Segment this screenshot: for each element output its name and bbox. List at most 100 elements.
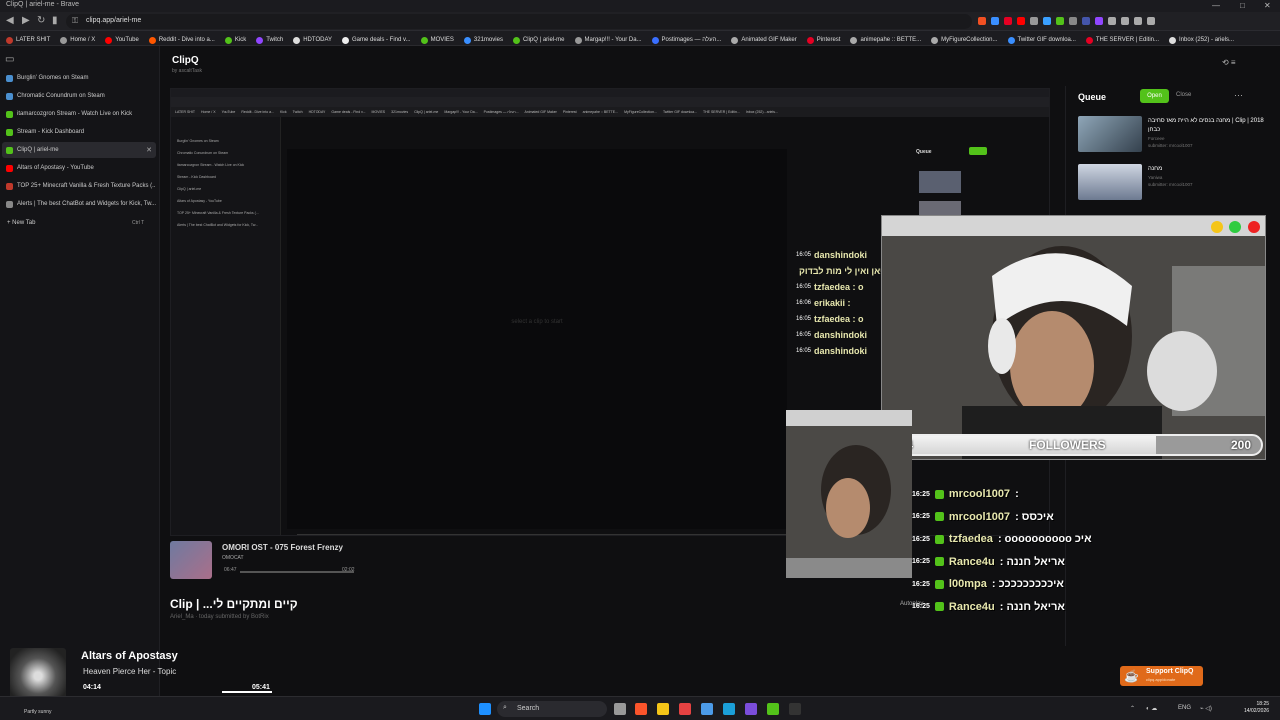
extension-icon[interactable] [1056,17,1064,25]
history-icon[interactable]: ⟲ ≡ [1222,58,1236,67]
kick-badge-icon [934,579,944,589]
nested-chat-row: 16:05 danshindoki [796,346,867,356]
extension-icon[interactable] [1069,17,1077,25]
brave-shields-icon[interactable] [978,17,986,25]
app-icon[interactable] [679,703,691,715]
autoplay-toggle[interactable]: Autoplay [900,601,923,607]
tab-label: itamarcozgron Stream - Watch Live on Kic… [17,111,133,117]
queue-item[interactable]: מחנה Yaniwa submitter: mrcool1007 [1078,164,1278,200]
sidebar-tab[interactable]: Stream - Kick Dashboard [2,124,156,140]
bookmark-item[interactable]: Postimages — העלה... [651,33,721,45]
nested-bookmark: Animated GIF Maker [524,110,557,114]
sidebar-tab[interactable]: Altars of Apostasy - YouTube [2,160,156,176]
bookmark-item[interactable]: Twitter GIF downloa... [1007,33,1076,45]
bookmark-item[interactable]: YouTube [105,33,139,45]
sidebar-toggle-icon[interactable]: ▭ [5,54,14,65]
extension-icon[interactable] [1004,17,1012,25]
bookmark-item[interactable]: Pinterest [806,33,840,45]
support-clipq-button[interactable]: ☕ Support ClipQ clipq.app/donate [1120,666,1203,686]
bookmark-label: LATER SHIT [16,37,51,43]
extension-icon[interactable] [1082,17,1090,25]
discord-icon[interactable] [745,703,757,715]
start-icon[interactable] [479,703,491,715]
network-volume-icon[interactable]: ⌁ ◁) [1200,705,1212,712]
task-view-icon[interactable] [614,703,626,715]
bookmark-item[interactable]: Home / X [60,33,95,45]
back-icon[interactable]: ◀ [6,15,14,27]
queue-item[interactable]: מחנה בנסים לא היית מאז סחיבה | Clip | 20… [1078,116,1278,152]
sidebar-tab[interactable]: ClipQ | ariel-me ✕ [2,142,156,158]
extension-icon[interactable] [1030,17,1038,25]
tray-chevron-icon[interactable]: ⌃ [1130,705,1135,712]
nested-bookmark: Pinterest [562,110,577,114]
site-info-icon[interactable]: ⚿ [72,16,78,26]
window-titlebar: ClipQ | ariel-me - Brave — □ ✕ [0,0,1280,12]
bookmark-item[interactable]: Animated GIF Maker [731,33,797,45]
puzzle-icon[interactable] [1121,17,1129,25]
bookmark-item[interactable]: Twitch [256,33,283,45]
menu-icon[interactable] [1147,17,1155,25]
weather-label[interactable]: Partly sunny [24,709,52,715]
maximize-icon[interactable]: □ [1240,1,1245,10]
address-bar[interactable]: ⚿ clipq.app/ariel-me [66,14,972,29]
nested-bookmark: Twitch [292,110,303,114]
reload-icon[interactable]: ↻ [37,15,45,27]
nested-chat-time: 16:05 [796,252,812,258]
nested-bookmark: Inbox (252) - ariels... [745,110,778,114]
sidebar-tab[interactable]: Alerts | The best ChatBot and Widgets fo… [2,196,156,212]
bookmark-item[interactable]: MOVIES [420,33,454,45]
sidebar-tab[interactable]: TOP 25+ Minecraft Vanilla & Fresh Textur… [2,178,156,194]
tab-label: ClipQ | ariel-me [17,147,59,153]
bookmark-item[interactable]: LATER SHIT [6,33,51,45]
app-icon[interactable] [701,703,713,715]
nested-chat-row: ירון פאן ואין לי מות לבדוק [796,266,886,276]
extension-icon[interactable] [1108,17,1116,25]
extension-icon[interactable] [991,17,999,25]
bookmark-item[interactable]: ClipQ | ariel-me [512,33,565,45]
chat-time: 16:25 [912,558,930,565]
bookmark-item[interactable]: 321movies [463,33,503,45]
nested-tab: TOP 25+ Minecraft Vanilla & Fresh Textur… [177,211,259,215]
brave-icon[interactable] [635,703,647,715]
new-tab-button[interactable]: + New Tab Ctrl T [7,220,144,226]
kick-icon[interactable] [767,703,779,715]
app-icon[interactable] [789,703,801,715]
sidebar-tab[interactable]: Burglin' Gnomes on Steam [2,70,156,86]
nested-tab: itamarcozgron Stream - Watch Live on Kic… [177,163,245,167]
bookmark-item[interactable]: animepahe :: BETTE... [850,33,921,45]
forward-icon[interactable]: ▶ [22,15,30,27]
sidebar-tab[interactable]: itamarcozgron Stream - Watch Live on Kic… [2,106,156,122]
close-tab-icon[interactable]: ✕ [146,146,152,154]
extension-icon[interactable] [1043,17,1051,25]
minimize-icon[interactable]: — [1212,1,1220,10]
queue-close-button[interactable]: Close [1176,92,1191,98]
app-icon[interactable] [723,703,735,715]
bookmark-icon [420,37,428,44]
bookmark-item[interactable]: MyFigureCollection... [931,33,998,45]
bookmark-item[interactable]: Kick [224,33,246,45]
bookmark-item[interactable]: HDTODAY [293,33,332,45]
taskbar-clock[interactable]: 18:25 14/02/2026 [1244,701,1269,715]
queue-open-button[interactable]: Open [1140,89,1169,103]
bookmark-item[interactable]: Game deals - Find v... [342,33,411,45]
extension-icon[interactable] [1017,17,1025,25]
extension-icon[interactable] [1095,17,1103,25]
close-window-icon[interactable]: ✕ [1264,1,1271,10]
bookmark-item[interactable]: Reddit - Dive into a... [148,33,215,45]
sidebar-tab[interactable]: Chromatic Conundrum on Steam [2,88,156,104]
bookmark-icon[interactable]: ▮ [52,15,58,27]
bookmark-label: THE SERVER | Editin... [1095,37,1160,43]
more-options-icon[interactable]: ⋯ [1234,90,1243,101]
bookmark-item[interactable]: THE SERVER | Editin... [1085,33,1160,45]
tab-label: Burglin' Gnomes on Steam [17,75,89,81]
nested-chat-row: 16:05 danshindoki [796,250,867,260]
tray-icons[interactable]: ◐ ☁ [1146,705,1157,712]
bookmark-label: HDTODAY [303,37,332,43]
bookmark-item[interactable]: Inbox (252) - ariels... [1169,33,1234,45]
download-icon[interactable] [1134,17,1142,25]
mini-player: OMORI OST - 075 Forest Frenzy OMOCAT 06:… [170,541,360,579]
language-indicator[interactable]: ENG [1178,705,1191,711]
bookmark-item[interactable]: Margap!!! - Your Da... [574,33,642,45]
file-explorer-icon[interactable] [657,703,669,715]
taskbar-search[interactable]: ⌕ Search [497,701,607,717]
